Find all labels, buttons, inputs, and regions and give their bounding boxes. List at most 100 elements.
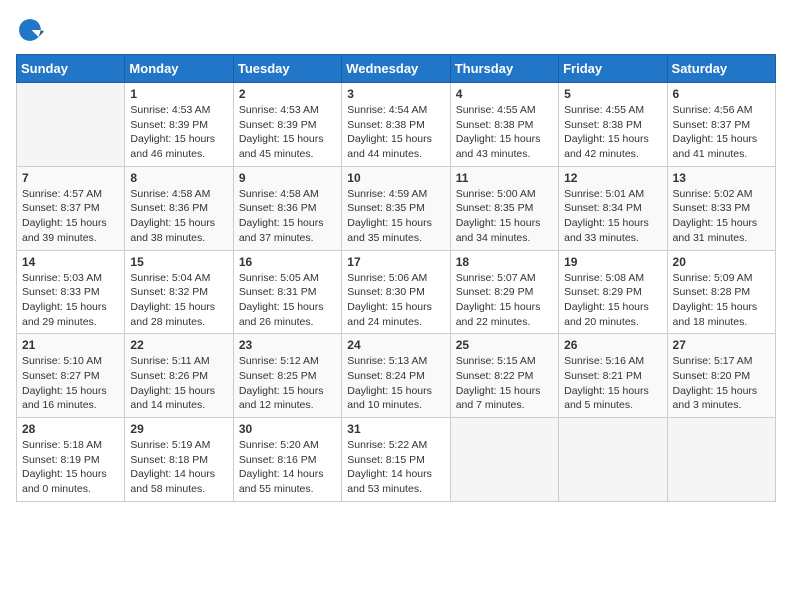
calendar-cell: 16 Sunrise: 5:05 AM Sunset: 8:31 PM Dayli… bbox=[233, 250, 341, 334]
calendar-cell: 27 Sunrise: 5:17 AM Sunset: 8:20 PM Dayli… bbox=[667, 334, 775, 418]
day-info: Sunrise: 5:10 AM Sunset: 8:27 PM Dayligh… bbox=[22, 354, 119, 413]
day-number: 29 bbox=[130, 422, 227, 436]
calendar-week-row: 7Sunrise: 4:57 AM Sunset: 8:37 PM Daylig… bbox=[17, 166, 776, 250]
calendar-cell: 9Sunrise: 4:58 AM Sunset: 8:36 PM Daylig… bbox=[233, 166, 341, 250]
calendar-cell: 21 Sunrise: 5:10 AM Sunset: 8:27 PM Dayli… bbox=[17, 334, 125, 418]
calendar-week-row: 1 Sunrise: 4:53 AM Sunset: 8:39 PM Daylig… bbox=[17, 83, 776, 167]
day-number: 3 bbox=[347, 87, 444, 101]
day-number: 18 bbox=[456, 255, 553, 269]
day-number: 17 bbox=[347, 255, 444, 269]
day-info: Sunrise: 5:22 AM Sunset: 8:15 PM Dayligh… bbox=[347, 438, 444, 497]
calendar-cell: 24 Sunrise: 5:13 AM Sunset: 8:24 PM Dayli… bbox=[342, 334, 450, 418]
weekday-header: Tuesday bbox=[233, 55, 341, 83]
weekday-header-row: SundayMondayTuesdayWednesdayThursdayFrid… bbox=[17, 55, 776, 83]
day-info: Sunrise: 5:09 AM Sunset: 8:28 PM Dayligh… bbox=[673, 271, 770, 330]
day-info: Sunrise: 5:15 AM Sunset: 8:22 PM Dayligh… bbox=[456, 354, 553, 413]
calendar-cell bbox=[667, 418, 775, 502]
calendar-cell: 12Sunrise: 5:01 AM Sunset: 8:34 PM Dayli… bbox=[559, 166, 667, 250]
day-info: Sunrise: 4:54 AM Sunset: 8:38 PM Dayligh… bbox=[347, 103, 444, 162]
day-number: 28 bbox=[22, 422, 119, 436]
day-number: 1 bbox=[130, 87, 227, 101]
day-info: Sunrise: 4:55 AM Sunset: 8:38 PM Dayligh… bbox=[564, 103, 661, 162]
day-number: 27 bbox=[673, 338, 770, 352]
weekday-header: Saturday bbox=[667, 55, 775, 83]
day-info: Sunrise: 4:53 AM Sunset: 8:39 PM Dayligh… bbox=[130, 103, 227, 162]
calendar-cell bbox=[17, 83, 125, 167]
calendar-cell: 15 Sunrise: 5:04 AM Sunset: 8:32 PM Dayli… bbox=[125, 250, 233, 334]
day-number: 25 bbox=[456, 338, 553, 352]
day-info: Sunrise: 5:04 AM Sunset: 8:32 PM Dayligh… bbox=[130, 271, 227, 330]
calendar-week-row: 14 Sunrise: 5:03 AM Sunset: 8:33 PM Dayli… bbox=[17, 250, 776, 334]
calendar-cell: 31 Sunrise: 5:22 AM Sunset: 8:15 PM Dayli… bbox=[342, 418, 450, 502]
calendar-cell: 14 Sunrise: 5:03 AM Sunset: 8:33 PM Dayli… bbox=[17, 250, 125, 334]
day-info: Sunrise: 5:06 AM Sunset: 8:30 PM Dayligh… bbox=[347, 271, 444, 330]
calendar-cell: 7Sunrise: 4:57 AM Sunset: 8:37 PM Daylig… bbox=[17, 166, 125, 250]
day-number: 21 bbox=[22, 338, 119, 352]
day-number: 4 bbox=[456, 87, 553, 101]
day-info: Sunrise: 5:03 AM Sunset: 8:33 PM Dayligh… bbox=[22, 271, 119, 330]
day-number: 16 bbox=[239, 255, 336, 269]
day-number: 24 bbox=[347, 338, 444, 352]
logo bbox=[16, 16, 48, 44]
calendar-body: 1 Sunrise: 4:53 AM Sunset: 8:39 PM Daylig… bbox=[17, 83, 776, 502]
day-info: Sunrise: 5:12 AM Sunset: 8:25 PM Dayligh… bbox=[239, 354, 336, 413]
day-number: 15 bbox=[130, 255, 227, 269]
day-info: Sunrise: 5:08 AM Sunset: 8:29 PM Dayligh… bbox=[564, 271, 661, 330]
day-number: 26 bbox=[564, 338, 661, 352]
day-info: Sunrise: 5:11 AM Sunset: 8:26 PM Dayligh… bbox=[130, 354, 227, 413]
weekday-header: Sunday bbox=[17, 55, 125, 83]
calendar-cell: 29Sunrise: 5:19 AM Sunset: 8:18 PM Dayli… bbox=[125, 418, 233, 502]
calendar-cell: 22Sunrise: 5:11 AM Sunset: 8:26 PM Dayli… bbox=[125, 334, 233, 418]
weekday-header: Thursday bbox=[450, 55, 558, 83]
day-info: Sunrise: 5:17 AM Sunset: 8:20 PM Dayligh… bbox=[673, 354, 770, 413]
day-info: Sunrise: 5:13 AM Sunset: 8:24 PM Dayligh… bbox=[347, 354, 444, 413]
day-info: Sunrise: 5:01 AM Sunset: 8:34 PM Dayligh… bbox=[564, 187, 661, 246]
day-info: Sunrise: 4:59 AM Sunset: 8:35 PM Dayligh… bbox=[347, 187, 444, 246]
weekday-header: Wednesday bbox=[342, 55, 450, 83]
calendar-cell: 20 Sunrise: 5:09 AM Sunset: 8:28 PM Dayli… bbox=[667, 250, 775, 334]
day-info: Sunrise: 5:20 AM Sunset: 8:16 PM Dayligh… bbox=[239, 438, 336, 497]
calendar-cell: 6 Sunrise: 4:56 AM Sunset: 8:37 PM Daylig… bbox=[667, 83, 775, 167]
day-number: 6 bbox=[673, 87, 770, 101]
calendar-table: SundayMondayTuesdayWednesdayThursdayFrid… bbox=[16, 54, 776, 502]
day-number: 30 bbox=[239, 422, 336, 436]
calendar-cell: 18 Sunrise: 5:07 AM Sunset: 8:29 PM Dayli… bbox=[450, 250, 558, 334]
day-number: 14 bbox=[22, 255, 119, 269]
calendar-cell: 3 Sunrise: 4:54 AM Sunset: 8:38 PM Daylig… bbox=[342, 83, 450, 167]
day-info: Sunrise: 5:07 AM Sunset: 8:29 PM Dayligh… bbox=[456, 271, 553, 330]
logo-icon bbox=[16, 16, 44, 44]
day-info: Sunrise: 4:56 AM Sunset: 8:37 PM Dayligh… bbox=[673, 103, 770, 162]
day-number: 31 bbox=[347, 422, 444, 436]
calendar-cell: 4Sunrise: 4:55 AM Sunset: 8:38 PM Daylig… bbox=[450, 83, 558, 167]
calendar-cell: 8Sunrise: 4:58 AM Sunset: 8:36 PM Daylig… bbox=[125, 166, 233, 250]
calendar-cell: 1 Sunrise: 4:53 AM Sunset: 8:39 PM Daylig… bbox=[125, 83, 233, 167]
calendar-cell bbox=[559, 418, 667, 502]
day-number: 10 bbox=[347, 171, 444, 185]
day-number: 8 bbox=[130, 171, 227, 185]
calendar-cell: 10 Sunrise: 4:59 AM Sunset: 8:35 PM Dayli… bbox=[342, 166, 450, 250]
day-info: Sunrise: 4:53 AM Sunset: 8:39 PM Dayligh… bbox=[239, 103, 336, 162]
calendar-cell: 11 Sunrise: 5:00 AM Sunset: 8:35 PM Dayli… bbox=[450, 166, 558, 250]
day-info: Sunrise: 5:02 AM Sunset: 8:33 PM Dayligh… bbox=[673, 187, 770, 246]
calendar-cell: 23Sunrise: 5:12 AM Sunset: 8:25 PM Dayli… bbox=[233, 334, 341, 418]
day-number: 13 bbox=[673, 171, 770, 185]
weekday-header: Monday bbox=[125, 55, 233, 83]
day-info: Sunrise: 5:05 AM Sunset: 8:31 PM Dayligh… bbox=[239, 271, 336, 330]
calendar-week-row: 28Sunrise: 5:18 AM Sunset: 8:19 PM Dayli… bbox=[17, 418, 776, 502]
calendar-cell: 2 Sunrise: 4:53 AM Sunset: 8:39 PM Daylig… bbox=[233, 83, 341, 167]
weekday-header: Friday bbox=[559, 55, 667, 83]
calendar-cell bbox=[450, 418, 558, 502]
page-header bbox=[16, 16, 776, 44]
calendar-header: SundayMondayTuesdayWednesdayThursdayFrid… bbox=[17, 55, 776, 83]
day-number: 11 bbox=[456, 171, 553, 185]
calendar-cell: 28Sunrise: 5:18 AM Sunset: 8:19 PM Dayli… bbox=[17, 418, 125, 502]
calendar-cell: 5 Sunrise: 4:55 AM Sunset: 8:38 PM Daylig… bbox=[559, 83, 667, 167]
day-number: 5 bbox=[564, 87, 661, 101]
day-number: 2 bbox=[239, 87, 336, 101]
calendar-cell: 25 Sunrise: 5:15 AM Sunset: 8:22 PM Dayli… bbox=[450, 334, 558, 418]
day-info: Sunrise: 5:00 AM Sunset: 8:35 PM Dayligh… bbox=[456, 187, 553, 246]
calendar-cell: 19Sunrise: 5:08 AM Sunset: 8:29 PM Dayli… bbox=[559, 250, 667, 334]
calendar-cell: 30 Sunrise: 5:20 AM Sunset: 8:16 PM Dayli… bbox=[233, 418, 341, 502]
day-number: 20 bbox=[673, 255, 770, 269]
calendar-cell: 13 Sunrise: 5:02 AM Sunset: 8:33 PM Dayli… bbox=[667, 166, 775, 250]
